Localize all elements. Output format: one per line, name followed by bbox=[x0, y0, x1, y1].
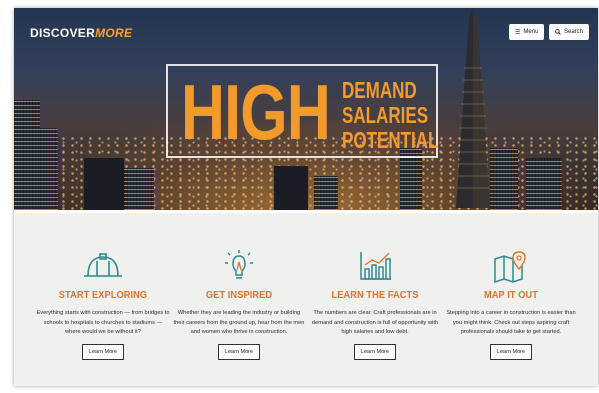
learn-more-button[interactable]: Learn More bbox=[489, 343, 533, 360]
features-section: START EXPLORING Everything starts with c… bbox=[14, 210, 598, 386]
pyramid-tower bbox=[456, 8, 490, 208]
building bbox=[274, 166, 308, 210]
feature-title: MAP IT OUT bbox=[483, 289, 539, 301]
feature-title: GET INSPIRED bbox=[205, 289, 273, 301]
headline-line-demand: DEMAND bbox=[342, 77, 417, 103]
headline-line-potential: POTENTIAL bbox=[342, 127, 439, 153]
feature-card-start-exploring: START EXPLORING Everything starts with c… bbox=[36, 249, 170, 360]
search-button[interactable]: Search bbox=[549, 24, 590, 40]
building bbox=[124, 168, 154, 210]
learn-more-button[interactable]: Learn More bbox=[81, 343, 125, 360]
bar-chart-icon bbox=[360, 252, 391, 280]
hard-hat-icon bbox=[84, 253, 122, 277]
search-label: Search bbox=[564, 29, 584, 35]
browser-page: DISCOVERMORE ☰ Menu Search HIGH DEMAND S… bbox=[14, 8, 598, 386]
hamburger-icon: ☰ bbox=[515, 29, 521, 36]
site-logo[interactable]: DISCOVERMORE bbox=[30, 26, 132, 40]
building bbox=[14, 100, 40, 210]
feature-title: LEARN THE FACTS bbox=[331, 289, 419, 301]
hero-headline: HIGH DEMAND SALARIES POTENTIAL bbox=[166, 64, 438, 158]
feature-description: Everything starts with construction — fr… bbox=[36, 310, 170, 335]
learn-more-button[interactable]: Learn More bbox=[217, 343, 261, 360]
hero-banner: DISCOVERMORE ☰ Menu Search HIGH DEMAND S… bbox=[14, 8, 598, 210]
lightbulb-icon bbox=[225, 250, 253, 279]
menu-label: Menu bbox=[523, 29, 539, 35]
search-icon bbox=[555, 29, 561, 35]
learn-more-button[interactable]: Learn More bbox=[353, 343, 397, 360]
headline-big-word: HIGH bbox=[181, 68, 331, 156]
building bbox=[84, 158, 124, 210]
feature-description: Whether they are leading the industry or… bbox=[173, 310, 305, 335]
building bbox=[314, 176, 338, 210]
feature-card-learn-the-facts: LEARN THE FACTS The numbers are clear. C… bbox=[308, 249, 442, 360]
feature-card-map-it-out: MAP IT OUT Stepping into a career in con… bbox=[444, 249, 578, 360]
menu-button[interactable]: ☰ Menu bbox=[509, 24, 545, 40]
feature-description: Stepping into a career in construction i… bbox=[446, 310, 576, 335]
building bbox=[40, 128, 58, 210]
map-pin-icon bbox=[494, 251, 526, 283]
headline-line-salaries: SALARIES bbox=[342, 102, 429, 128]
feature-title: START EXPLORING bbox=[58, 289, 148, 301]
feature-description: The numbers are clear. Craft professiona… bbox=[311, 310, 439, 335]
feature-card-get-inspired: GET INSPIRED Whether they are leading th… bbox=[172, 249, 306, 360]
building bbox=[526, 158, 562, 210]
